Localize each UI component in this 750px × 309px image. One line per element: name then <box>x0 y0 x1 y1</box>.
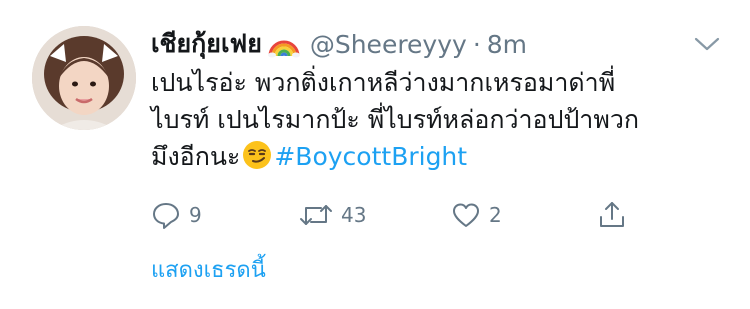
heart-icon <box>451 200 481 230</box>
share-icon <box>597 200 627 230</box>
rainbow-icon <box>267 30 300 58</box>
share-button[interactable] <box>597 198 627 232</box>
tweet-card[interactable]: เชียกุ้ยเฟย @Sheereyyy · 8m เปนไรอ่ะ พวก… <box>0 0 750 309</box>
tweet-text-line: ไบรท์ เปนไรมากป้ะ พี่ไบรท์หล่อกว่าอปป้าพ… <box>151 105 640 134</box>
tweet-text-line: เปนไรอ่ะ พวกติ่งเกาหลีว่างมากเหรอมาด่าพี… <box>151 68 616 97</box>
timestamp[interactable]: 8m <box>487 30 527 59</box>
display-name[interactable]: เชียกุ้ยเฟย <box>151 24 262 64</box>
like-count: 2 <box>489 203 502 227</box>
tweet-text-line: มึงอีกนะ #BoycottBright <box>151 138 741 175</box>
user-handle[interactable]: @Sheereyyy <box>310 30 467 59</box>
reply-count: 9 <box>189 203 202 227</box>
reply-icon <box>151 200 181 230</box>
tweet-text: เปนไรอ่ะ พวกติ่งเกาหลีว่างมากเหรอมาด่าพี… <box>151 64 741 175</box>
reply-button[interactable]: 9 <box>151 198 202 232</box>
retweet-button[interactable]: 43 <box>299 198 366 232</box>
show-thread-link[interactable]: แสดงเธรดนี้ <box>151 252 266 287</box>
tweet-text-fragment: มึงอีกนะ <box>151 142 241 171</box>
tweet-actions: 9 43 2 <box>151 198 651 232</box>
chevron-down-icon[interactable] <box>694 36 720 52</box>
smirking-face-icon <box>242 140 272 170</box>
separator-dot: · <box>472 29 481 59</box>
like-button[interactable]: 2 <box>451 198 502 232</box>
avatar[interactable] <box>32 26 136 130</box>
retweet-icon <box>299 200 333 230</box>
hashtag-link[interactable]: #BoycottBright <box>274 142 467 171</box>
retweet-count: 43 <box>341 203 367 227</box>
tweet-header: เชียกุ้ยเฟย @Sheereyyy · 8m <box>151 26 527 62</box>
